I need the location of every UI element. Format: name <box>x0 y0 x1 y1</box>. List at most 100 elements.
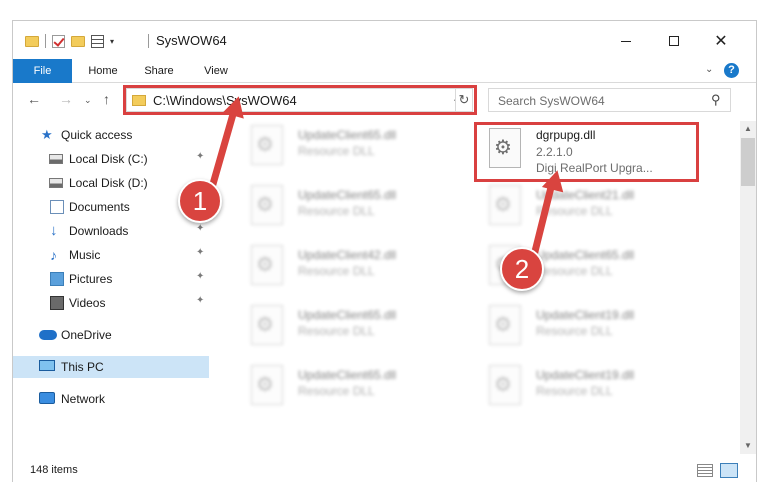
sidebar-item-label: Pictures <box>69 272 113 286</box>
sidebar-item-downloads[interactable]: ↓ Downloads ✦ <box>13 220 209 242</box>
callout-marker-1: 1 <box>178 179 222 223</box>
file-tile[interactable]: ⚙ UpdateClient65.dll Resource DLL <box>241 182 461 232</box>
music-icon: ♪ <box>50 247 57 263</box>
file-type: Resource DLL <box>536 264 613 278</box>
pin-icon[interactable]: ✦ <box>196 247 204 258</box>
address-highlight-box <box>123 85 477 115</box>
file-type: Resource DLL <box>536 384 613 398</box>
properties-icon[interactable] <box>91 34 104 48</box>
customize-toolbar-chevron-icon[interactable]: ▾ <box>110 37 114 46</box>
up-button[interactable]: ↑ <box>103 91 110 107</box>
sidebar-item-music[interactable]: ♪ Music ✦ <box>13 244 209 266</box>
videos-icon <box>50 296 64 310</box>
file-tile[interactable]: ⚙ UpdateClient65.dll Resource DLL <box>241 362 461 412</box>
dll-file-icon: ⚙ <box>251 365 285 407</box>
onedrive-icon <box>39 330 57 340</box>
scroll-up-arrow-icon[interactable]: ▲ <box>740 121 756 137</box>
sidebar-item-label: Downloads <box>69 224 129 238</box>
sidebar-item-label: Videos <box>69 296 106 310</box>
tiles-view-icon[interactable] <box>720 463 738 478</box>
downloads-icon: ↓ <box>50 222 58 239</box>
file-type: Resource DLL <box>298 144 375 158</box>
minimize-button[interactable] <box>611 30 641 52</box>
sidebar-item-network[interactable]: Network <box>13 388 209 410</box>
file-tile[interactable]: ⚙ UpdateClient65.dll Resource DLL <box>241 302 461 352</box>
sidebar-item-label: This PC <box>61 360 104 374</box>
dll-file-icon: ⚙ <box>489 365 523 407</box>
sidebar-item-label: OneDrive <box>61 328 112 342</box>
maximize-icon <box>669 36 679 46</box>
properties-check-icon[interactable] <box>52 34 65 48</box>
callout-marker-2: 2 <box>500 247 544 291</box>
disk-icon <box>49 154 63 164</box>
this-pc-icon <box>39 360 55 371</box>
file-name: UpdateClient65.dll <box>536 248 635 262</box>
file-tile[interactable]: ⚙ UpdateClient65.dll Resource DLL <box>241 122 461 172</box>
folder-icon <box>25 35 39 47</box>
sidebar-item-quick-access[interactable]: ★ Quick access <box>13 124 209 146</box>
recent-locations-chevron-icon[interactable]: ⌄ <box>84 95 92 106</box>
help-icon[interactable]: ? <box>724 63 739 78</box>
expand-ribbon-chevron-icon[interactable]: ⌄ <box>705 64 713 75</box>
dll-file-icon: ⚙ <box>251 245 285 287</box>
search-box[interactable]: Search SysWOW64 ⚲ <box>488 88 731 112</box>
file-tile[interactable]: ⚙ UpdateClient19.dll Resource DLL <box>479 302 699 352</box>
file-type: Resource DLL <box>298 264 375 278</box>
title-bar: ▾ SysWOW64 ✕ <box>13 21 756 59</box>
sidebar-item-this-pc[interactable]: This PC <box>13 356 209 378</box>
status-bar: 148 items <box>13 459 756 483</box>
details-view-icon[interactable] <box>697 464 713 477</box>
dll-file-icon: ⚙ <box>251 305 285 347</box>
file-type: Resource DLL <box>298 384 375 398</box>
maximize-button[interactable] <box>659 30 689 52</box>
vertical-scrollbar[interactable]: ▲ ▼ <box>740 121 756 454</box>
sidebar-item-videos[interactable]: Videos ✦ <box>13 292 209 314</box>
quick-access-toolbar: ▾ <box>25 34 114 48</box>
close-button[interactable]: ✕ <box>706 30 736 52</box>
sidebar-item-label: Network <box>61 392 106 406</box>
sidebar-item-pictures[interactable]: Pictures ✦ <box>13 268 209 290</box>
new-folder-icon[interactable] <box>71 35 85 47</box>
forward-button[interactable]: → <box>59 91 73 107</box>
dll-file-icon: ⚙ <box>489 305 523 347</box>
scrollbar-thumb[interactable] <box>741 138 755 186</box>
pin-icon[interactable]: ✦ <box>196 223 204 234</box>
toolbar-divider <box>45 34 46 48</box>
file-type: Resource DLL <box>298 324 375 338</box>
tab-file[interactable]: File <box>13 59 72 83</box>
window-title: SysWOW64 <box>156 33 227 48</box>
scroll-down-arrow-icon[interactable]: ▼ <box>740 438 756 454</box>
file-name: UpdateClient65.dll <box>298 368 397 382</box>
pictures-icon <box>50 272 64 286</box>
file-type: Resource DLL <box>298 204 375 218</box>
back-button[interactable]: ← <box>27 91 41 107</box>
search-input[interactable]: Search SysWOW64 <box>498 94 605 108</box>
sidebar-item-label: Documents <box>69 200 130 214</box>
pin-icon[interactable]: ✦ <box>196 151 204 162</box>
tab-home[interactable]: Home <box>83 59 123 83</box>
minimize-icon <box>621 40 631 42</box>
tab-view[interactable]: View <box>196 59 236 83</box>
sidebar-item-label: Quick access <box>61 128 133 142</box>
item-count: 148 items <box>30 464 78 476</box>
dll-file-icon: ⚙ <box>251 185 285 227</box>
ribbon-tabs: File Home Share View ⌄ ? <box>13 59 756 83</box>
file-name: UpdateClient19.dll <box>536 308 635 322</box>
sidebar-item-onedrive[interactable]: OneDrive <box>13 324 209 346</box>
title-divider <box>148 34 149 48</box>
search-icon[interactable]: ⚲ <box>711 92 721 108</box>
file-tile[interactable]: ⚙ UpdateClient21.dll Resource DLL <box>479 182 699 232</box>
pin-icon[interactable]: ✦ <box>196 271 204 282</box>
sidebar-item-label: Local Disk (C:) <box>69 152 148 166</box>
network-icon <box>39 392 55 404</box>
file-tile[interactable]: ⚙ UpdateClient19.dll Resource DLL <box>479 362 699 412</box>
tab-share[interactable]: Share <box>139 59 179 83</box>
disk-icon <box>49 178 63 188</box>
pin-icon[interactable]: ✦ <box>196 295 204 306</box>
sidebar-item-local-disk-c[interactable]: Local Disk (C:) ✦ <box>13 148 209 170</box>
sidebar-item-label: Music <box>69 248 101 262</box>
dll-file-icon: ⚙ <box>489 185 523 227</box>
file-tile[interactable]: ⚙ UpdateClient42.dll Resource DLL <box>241 242 461 292</box>
file-name: UpdateClient42.dll <box>298 248 397 262</box>
sidebar-item-label: Local Disk (D:) <box>69 176 148 190</box>
